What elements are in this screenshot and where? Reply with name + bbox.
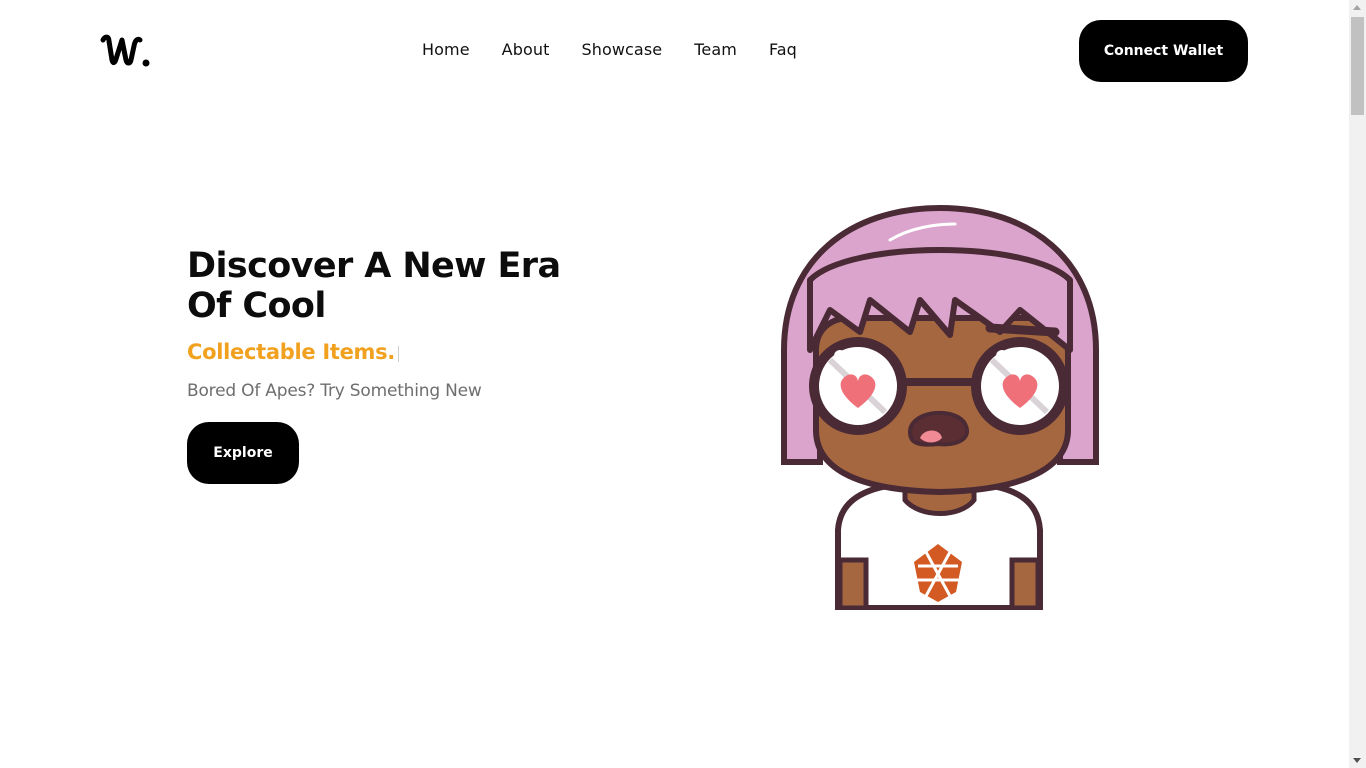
nav-item-about[interactable]: About — [502, 40, 550, 60]
connect-wallet-button[interactable]: Connect Wallet — [1079, 20, 1248, 82]
scroll-up-arrow-icon[interactable] — [1353, 5, 1361, 10]
explore-button[interactable]: Explore — [187, 422, 299, 484]
hero-subtitle-text: Collectable Items. — [187, 340, 395, 364]
page-scrollbar[interactable] — [1349, 0, 1366, 768]
hero-tagline: Bored Of Apes? Try Something New — [187, 381, 482, 401]
hero-character-image — [770, 200, 1110, 610]
nav-item-showcase[interactable]: Showcase — [581, 40, 662, 60]
nav-item-faq[interactable]: Faq — [769, 40, 797, 60]
scroll-down-arrow-icon[interactable] — [1353, 758, 1361, 763]
w-logo-icon — [100, 34, 150, 67]
typing-cursor — [397, 346, 399, 362]
hero-subtitle: Collectable Items. — [187, 338, 399, 366]
hero-title: Discover A New Era Of Cool — [187, 246, 561, 326]
nav-item-home[interactable]: Home — [422, 40, 470, 60]
page: Home About Showcase Team Faq Connect Wal… — [0, 0, 1349, 768]
nav-item-team[interactable]: Team — [694, 40, 737, 60]
main-nav: Home About Showcase Team Faq — [422, 40, 797, 60]
scroll-thumb[interactable] — [1351, 17, 1364, 115]
logo-icon[interactable] — [100, 30, 152, 70]
nft-character-icon — [781, 204, 1099, 610]
